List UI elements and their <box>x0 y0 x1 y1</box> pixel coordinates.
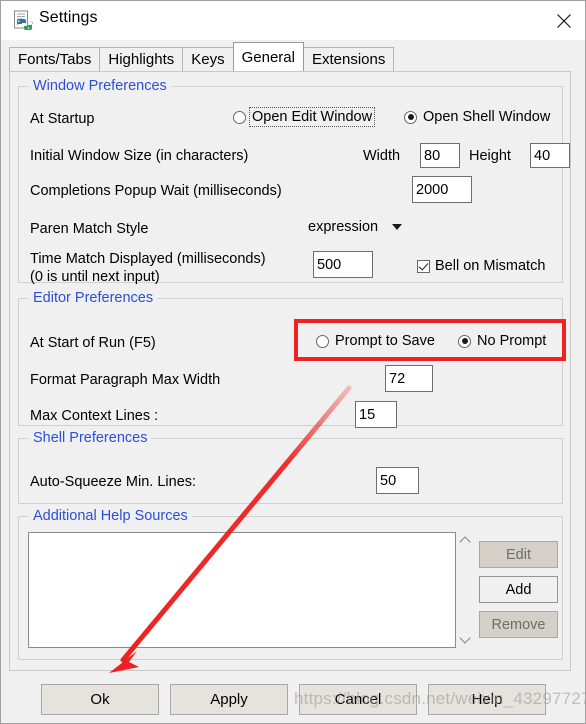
radio-indicator <box>233 110 246 124</box>
completions-popup-wait-input[interactable] <box>412 176 472 203</box>
format-paragraph-max-width-label: Format Paragraph Max Width <box>30 372 221 388</box>
tab-highlights[interactable]: Highlights <box>99 47 184 71</box>
help-sources-listbox[interactable] <box>28 532 456 648</box>
tab-keys[interactable]: Keys <box>182 47 234 71</box>
title-bar: Settings <box>1 1 585 40</box>
tab-label: General <box>241 48 295 66</box>
button-label: Apply <box>210 691 248 708</box>
window-preferences-title: Window Preferences <box>29 78 171 94</box>
window-title: Settings <box>39 9 98 26</box>
radio-prompt-to-save[interactable]: Prompt to Save <box>316 333 436 349</box>
chevron-up-icon <box>458 536 471 548</box>
close-icon <box>557 13 571 28</box>
tab-label: Keys <box>191 51 225 68</box>
time-match-displayed-label: Time Match Displayed (milliseconds) <box>30 251 266 267</box>
checkbox-indicator <box>417 259 430 273</box>
radio-no-prompt[interactable]: No Prompt <box>458 333 547 349</box>
bell-on-mismatch-checkbox[interactable]: Bell on Mismatch <box>417 258 545 274</box>
radio-indicator <box>404 110 417 124</box>
checkbox-label: Bell on Mismatch <box>435 258 546 274</box>
button-label: Edit <box>506 546 531 563</box>
tab-fonts-tabs[interactable]: Fonts/Tabs <box>9 47 101 71</box>
auto-squeeze-min-lines-label: Auto-Squeeze Min. Lines: <box>30 474 197 490</box>
tab-extensions[interactable]: Extensions <box>302 47 395 71</box>
help-button[interactable]: Help <box>428 684 546 715</box>
chevron-down-icon <box>458 632 471 644</box>
width-label: Width <box>363 148 401 164</box>
shell-preferences-title: Shell Preferences <box>29 430 152 446</box>
button-label: Add <box>505 581 532 598</box>
radio-open-edit-window[interactable]: Open Edit Window <box>233 107 376 127</box>
radio-label: No Prompt <box>477 333 547 349</box>
tab-label: Extensions <box>311 51 386 68</box>
help-source-add-button[interactable]: Add <box>479 576 558 603</box>
radio-indicator <box>316 334 329 348</box>
radio-open-shell-window[interactable]: Open Shell Window <box>404 109 551 125</box>
help-source-remove-button[interactable]: Remove <box>479 611 558 638</box>
at-startup-label: At Startup <box>30 111 95 127</box>
cancel-button[interactable]: Cancel <box>299 684 417 715</box>
time-match-displayed-sublabel: (0 is until next input) <box>30 269 160 285</box>
button-label: Help <box>471 691 503 708</box>
additional-help-sources-title: Additional Help Sources <box>29 508 192 524</box>
at-start-of-run-label: At Start of Run (F5) <box>30 335 156 351</box>
width-input[interactable] <box>420 143 460 168</box>
radio-label: Prompt to Save <box>335 333 435 349</box>
tab-strip: Fonts/Tabs Highlights Keys General Exten… <box>9 42 395 71</box>
chevron-down-icon <box>392 224 403 230</box>
height-input[interactable] <box>530 143 570 168</box>
button-label: Cancel <box>334 691 382 708</box>
tab-label: Fonts/Tabs <box>18 51 92 68</box>
tab-label: Highlights <box>108 51 175 68</box>
ok-button[interactable]: Ok <box>41 684 159 715</box>
paren-match-style-value: expression <box>308 219 379 235</box>
button-label: Remove <box>491 616 546 633</box>
button-label: Ok <box>90 691 110 708</box>
radio-label: Open Shell Window <box>423 109 551 125</box>
scroll-down-button[interactable] <box>456 631 473 648</box>
close-button[interactable] <box>541 1 585 40</box>
idle-python-icon <box>13 10 33 30</box>
max-context-lines-label: Max Context Lines : <box>30 408 159 424</box>
paren-match-style-dropdown[interactable]: expression <box>308 219 403 235</box>
initial-window-size-label: Initial Window Size (in characters) <box>30 148 249 164</box>
settings-dialog: Settings Fonts/Tabs Highlights Keys Gene… <box>0 0 586 724</box>
paren-match-style-label: Paren Match Style <box>30 221 149 237</box>
max-context-lines-input[interactable] <box>355 401 397 428</box>
completions-popup-wait-label: Completions Popup Wait (milliseconds) <box>30 183 282 199</box>
apply-button[interactable]: Apply <box>170 684 288 715</box>
scroll-up-button[interactable] <box>456 532 473 549</box>
help-source-edit-button[interactable]: Edit <box>479 541 558 568</box>
radio-indicator <box>458 334 471 348</box>
tab-general[interactable]: General <box>232 42 304 71</box>
general-tab-page: Window Preferences At Startup Open Edit … <box>9 71 571 671</box>
radio-label: Open Edit Window <box>248 107 376 127</box>
auto-squeeze-min-lines-input[interactable] <box>376 467 419 494</box>
height-label: Height <box>469 148 511 164</box>
editor-preferences-title: Editor Preferences <box>29 290 158 306</box>
time-match-displayed-input[interactable] <box>313 251 373 278</box>
help-sources-scrollbar[interactable] <box>456 532 473 648</box>
format-paragraph-max-width-input[interactable] <box>385 365 433 392</box>
shell-preferences-group: Shell Preferences <box>18 430 563 504</box>
